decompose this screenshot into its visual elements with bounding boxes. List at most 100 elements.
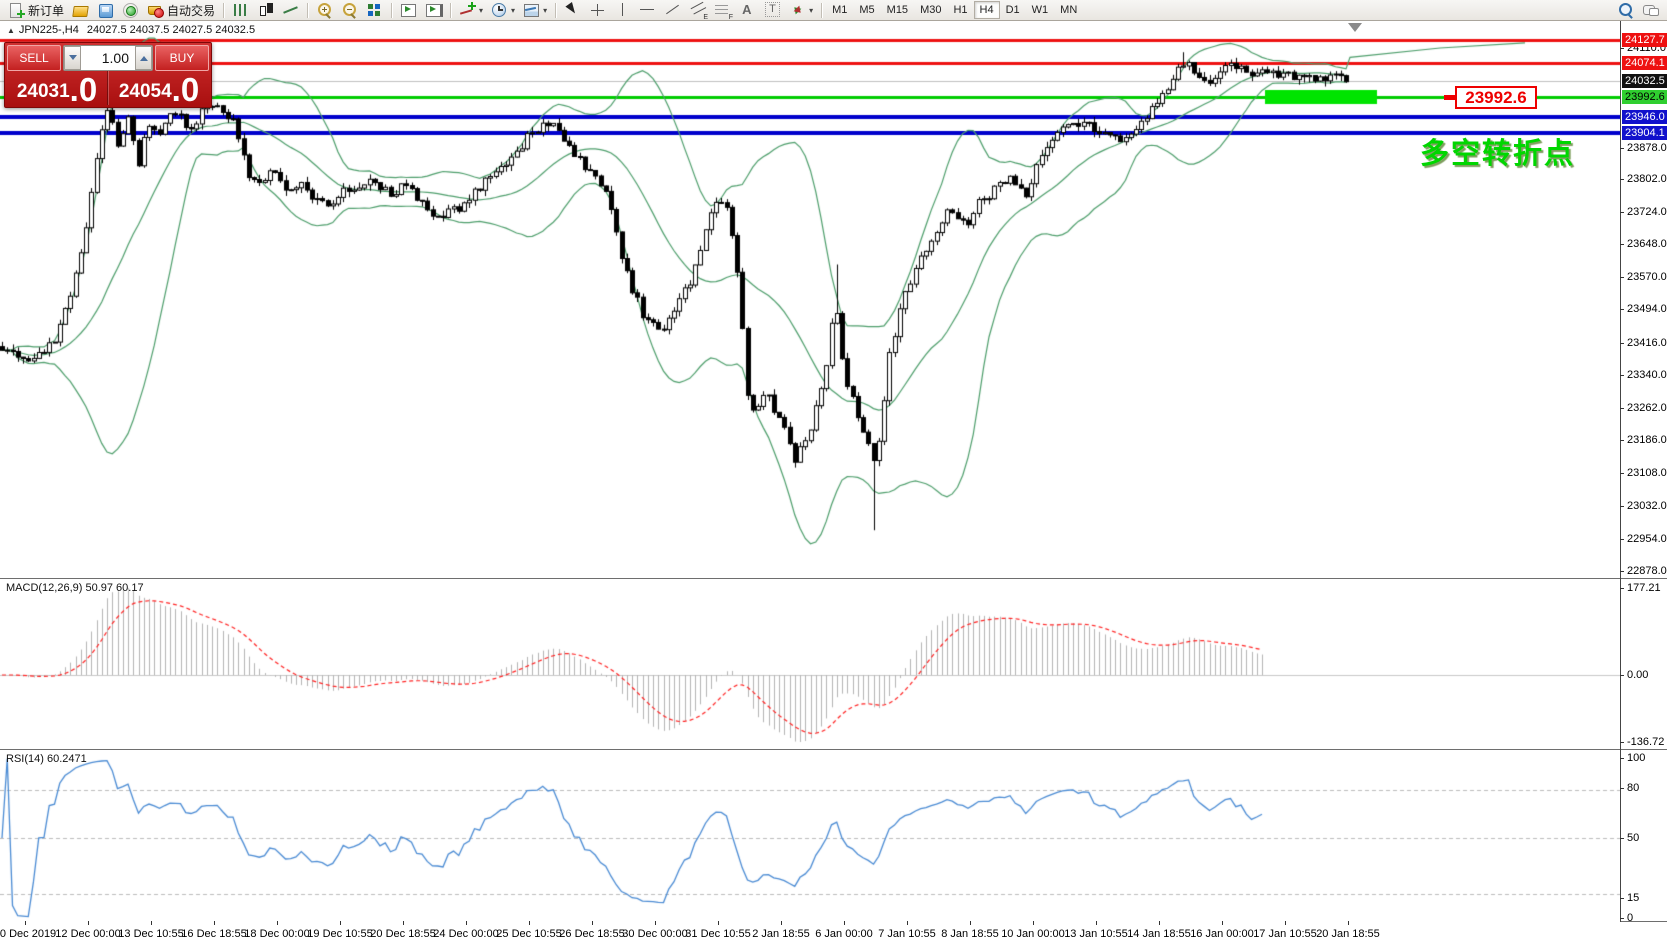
text-label-button[interactable] [760,1,785,20]
timeframe-w1-button[interactable]: W1 [1026,1,1055,19]
indicators-button[interactable]: ▾ [455,1,487,20]
time-tick-mark [970,921,971,925]
tile-windows-button[interactable] [362,1,387,20]
dropdown-arrow-icon: ▾ [511,6,515,15]
bar-chart-button[interactable] [228,1,253,20]
axis-tick-label: 23186.0 [1627,434,1667,446]
timeframe-m5-button[interactable]: M5 [853,1,880,19]
axis-tick-label: 15 [1627,892,1639,904]
chart-shift-button[interactable] [421,1,446,20]
fibonacci-button[interactable] [710,1,735,20]
cursor-icon [564,2,581,18]
market-watch-icon [97,2,114,18]
arrows-button[interactable]: ▾ [785,1,817,20]
buy-button[interactable]: BUY [155,45,209,71]
down-arrow-marker-icon[interactable] [1348,23,1362,32]
zoom-out-button[interactable] [337,1,362,20]
axis-tick-mark [1620,898,1624,899]
toolbar-separator [821,3,822,18]
axis-tick-mark [1620,408,1624,409]
toolbar-separator [450,3,451,18]
candlestick-chart-button[interactable] [253,1,278,20]
auto-scroll-button[interactable] [396,1,421,20]
time-tick-mark [781,921,782,925]
tile-windows-icon [366,2,383,18]
crosshair-button[interactable] [585,1,610,20]
market-watch-button[interactable] [93,1,118,20]
time-tick-mark [1348,921,1349,925]
axis-tick-mark [1620,375,1624,376]
search-button[interactable] [1613,1,1638,20]
timeframe-h4-button[interactable]: H4 [974,1,1000,19]
vertical-line-button[interactable] [610,1,635,20]
chart-title: JPN225-,H424027.5 24037.5 24027.5 24032.… [7,24,255,36]
chat-button[interactable] [1638,1,1663,20]
trendline-button[interactable] [660,1,685,20]
periods-icon [491,2,508,18]
channel-button[interactable] [685,1,710,20]
line-chart-button[interactable] [278,1,303,20]
buy-price-main: 24054 [119,81,172,103]
buy-price-frac: .0 [172,77,200,103]
timeframe-d1-button[interactable]: D1 [1000,1,1026,19]
sell-button[interactable]: SELL [7,45,61,71]
timeframe-m1-button[interactable]: M1 [826,1,853,19]
zoom-in-button[interactable] [312,1,337,20]
timeframe-mn-button[interactable]: MN [1054,1,1083,19]
price-axis[interactable]: 24110.023878.023802.023724.023648.023570… [1620,0,1667,947]
volume-value[interactable]: 1.00 [81,46,135,70]
timeframe-h1-button[interactable]: H1 [947,1,973,19]
time-axis[interactable]: 10 Dec 201912 Dec 00:0013 Dec 10:5516 De… [0,921,1620,947]
axis-tick-label: 22954.0 [1627,533,1667,545]
toolbar-groups: 新订单 自动交易 ▾ ▾ ▾ ▾ [4,1,817,20]
templates-icon [523,2,540,18]
profiles-button[interactable] [68,1,93,20]
axis-tick-mark [1620,588,1624,589]
time-tick-mark [151,921,152,925]
new-order-button[interactable]: 新订单 [4,1,68,20]
time-tick-mark [592,921,593,925]
signals-button[interactable] [118,1,143,20]
periods-button[interactable]: ▾ [487,1,519,20]
time-tick-mark [1033,921,1034,925]
timeframe-m15-button[interactable]: M15 [881,1,914,19]
sell-price[interactable]: 24031.0 [7,71,108,105]
trade-panel-prices: 24031.0 24054.0 [7,71,209,105]
panel-separator[interactable] [0,578,1667,579]
axis-tick-label: 50 [1627,832,1639,844]
trend-annotation-text[interactable]: 多空转折点 [1420,130,1575,172]
zoom-out-icon [341,2,358,18]
panel-separator[interactable] [0,749,1667,750]
axis-tick-mark [1620,758,1624,759]
time-tick-mark [25,921,26,925]
axis-tick-label: 23878.0 [1627,142,1667,154]
time-tick-mark [340,921,341,925]
volume-increase-button[interactable] [135,46,152,70]
axis-tick-mark [1620,179,1624,180]
time-axis-label: 20 Jan 18:55 [1308,928,1388,940]
horizontal-line-button[interactable] [635,1,660,20]
time-tick-mark [88,921,89,925]
axis-tick-label: 100 [1627,752,1645,764]
volume-decrease-button[interactable] [64,46,81,70]
macd-panel-canvas[interactable] [0,579,1620,749]
time-tick-mark [403,921,404,925]
line-chart-icon [282,2,299,18]
auto-trading-icon [147,2,164,18]
rsi-panel-canvas[interactable] [0,750,1620,921]
auto-trading-button[interactable]: 自动交易 [143,1,219,20]
text-button[interactable] [735,1,760,20]
auto-scroll-icon [400,2,417,18]
main-chart-canvas[interactable] [0,21,1620,578]
time-tick-mark [1159,921,1160,925]
timeframe-m30-button[interactable]: M30 [914,1,947,19]
time-tick-mark [655,921,656,925]
axis-tick-mark [1620,675,1624,676]
price-callout-label[interactable]: 23992.6 [1455,86,1537,109]
time-tick-mark [718,921,719,925]
templates-button[interactable]: ▾ [519,1,551,20]
signals-icon [122,2,139,18]
callout-connector [1444,95,1455,100]
buy-price[interactable]: 24054.0 [108,71,209,105]
cursor-button[interactable] [560,1,585,20]
